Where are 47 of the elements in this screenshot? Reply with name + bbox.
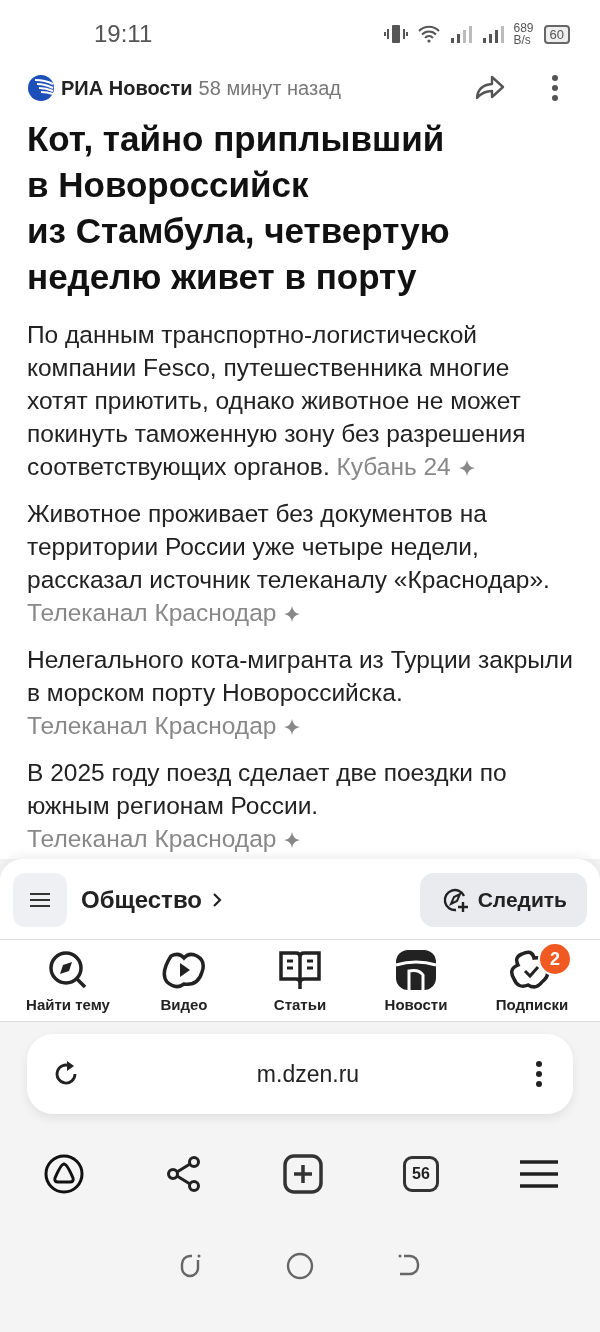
tabs-counter[interactable]: 56	[403, 1156, 439, 1192]
menu-button[interactable]	[13, 873, 67, 927]
book-icon	[278, 949, 322, 991]
assistant-icon[interactable]	[43, 1153, 85, 1195]
home-icon[interactable]	[286, 1252, 314, 1280]
notification-badge: 2	[538, 942, 572, 976]
source-link[interactable]: Кубань 24	[336, 453, 451, 480]
nav-tab[interactable]: Новости	[358, 948, 474, 1013]
wifi-icon	[417, 25, 440, 43]
battery-indicator: 60	[543, 24, 570, 44]
share-icon[interactable]	[165, 1155, 203, 1193]
globe-logo-icon	[27, 74, 55, 102]
address-bar[interactable]: m.dzen.ru	[27, 1034, 573, 1114]
play-icon	[161, 950, 207, 990]
summary-paragraph: По данным транспортно-логистической компании Fesco, путешественника многие хотят приютить, однако животное не может покинуть таможенную зону без разрешения соответствующих органов. Кубань 24	[27, 320, 527, 482]
source-name[interactable]: РИА Новости	[61, 76, 193, 100]
summary-paragraph: Животное проживает без документов на территории России уже четыре недели, рассказал источник телеканалу «Краснодар». Телеканал Краснодар	[27, 499, 551, 628]
speed-value: 689	[513, 22, 534, 34]
publish-time: 58 минут назад	[198, 76, 341, 100]
source-link[interactable]: Телеканал Краснодар	[27, 712, 277, 739]
nav-tab[interactable]: Видео	[126, 948, 242, 1013]
news-icon	[395, 949, 437, 991]
status-time: 19:11	[94, 20, 154, 48]
compass-plus-icon	[441, 886, 470, 914]
article-title: Кот, тайно приплывший в Новороссийск из Стамбула, четвертую неделю живет в порту	[27, 118, 451, 298]
follow-button[interactable]: Следить	[419, 873, 587, 927]
signal-icon	[481, 25, 504, 43]
source-link[interactable]: Телеканал Краснодар	[27, 599, 277, 626]
menu-icon[interactable]	[519, 1159, 559, 1189]
share-arrow-icon[interactable]	[475, 75, 505, 101]
menu-icon	[29, 892, 51, 908]
nav-tab[interactable]: Найти тему	[10, 948, 126, 1013]
more-icon[interactable]	[551, 74, 559, 102]
signal-icon	[449, 25, 472, 43]
source-link[interactable]: Телеканал Краснодар	[27, 825, 277, 852]
more-icon[interactable]	[535, 1060, 543, 1088]
back-icon[interactable]	[396, 1252, 422, 1278]
vibrate-icon	[383, 23, 408, 45]
topic-link[interactable]: Общество	[81, 886, 202, 914]
chevron-right-icon[interactable]	[212, 892, 222, 908]
summary-paragraph: Нелегального кота-мигранта из Турции закрыли в морском порту Новороссийска. Телеканал Краснодар	[27, 645, 573, 741]
speed-unit: B/s	[513, 34, 532, 46]
new-tab-icon[interactable]	[283, 1154, 323, 1194]
nav-tab[interactable]: Статьи	[242, 948, 358, 1013]
summary-paragraph: В 2025 году поезд сделает две поездки по южным регионам России. Телеканал Краснодар	[27, 758, 508, 854]
search-compass-icon	[47, 949, 89, 991]
url-text: m.dzen.ru	[256, 1060, 360, 1088]
